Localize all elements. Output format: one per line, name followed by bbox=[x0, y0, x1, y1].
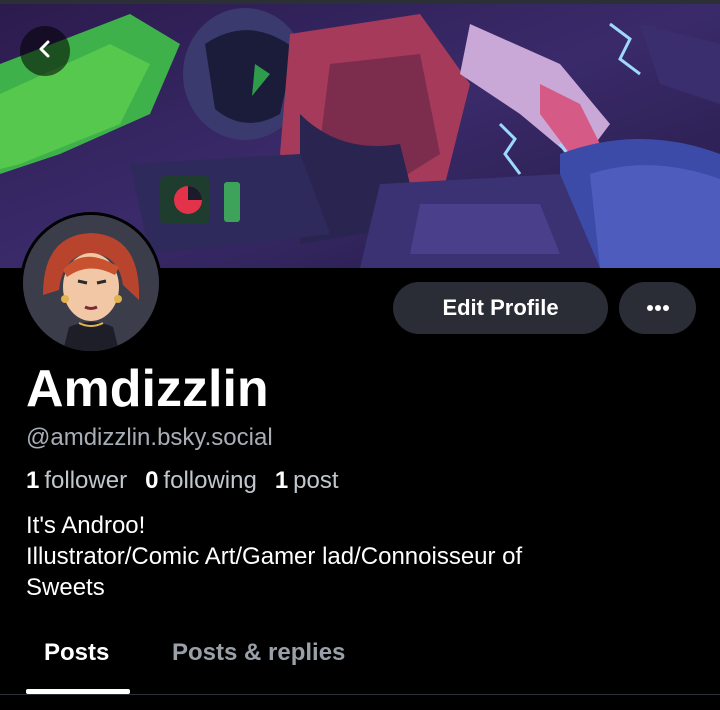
avatar[interactable] bbox=[20, 212, 162, 354]
tab-divider bbox=[0, 694, 720, 695]
posts-stat: 1 post bbox=[275, 466, 339, 496]
followers-count: 1 bbox=[26, 467, 40, 494]
bio-line: Illustrator/Comic Art/Gamer lad/Connoiss… bbox=[26, 543, 523, 570]
followers-label: follower bbox=[44, 467, 128, 494]
profile-tabs: Posts Posts & replies bbox=[0, 625, 720, 695]
followers-stat[interactable]: 1 follower bbox=[26, 466, 127, 496]
more-options-button[interactable] bbox=[619, 282, 696, 334]
posts-count: 1 bbox=[274, 467, 289, 494]
profile-stats: 1 follower 0 following 1 post bbox=[26, 466, 357, 496]
bio-line: It's Androo! bbox=[26, 512, 146, 539]
tab-posts[interactable]: Posts bbox=[44, 637, 109, 669]
edit-profile-button[interactable]: Edit Profile bbox=[393, 282, 608, 334]
profile-bio: It's Androo! Illustrator/Comic Art/Gamer… bbox=[26, 510, 666, 603]
following-stat[interactable]: 0 following bbox=[145, 466, 257, 496]
posts-label: post bbox=[293, 467, 339, 494]
tab-posts-and-replies[interactable]: Posts & replies bbox=[172, 637, 345, 669]
bio-line: Sweets bbox=[26, 574, 105, 601]
back-button[interactable] bbox=[20, 26, 70, 76]
edit-profile-label: Edit Profile bbox=[442, 295, 559, 320]
profile-handle: @amdizzlin.bsky.social bbox=[26, 424, 273, 451]
ellipsis-icon bbox=[646, 299, 670, 317]
chevron-left-icon bbox=[34, 38, 56, 65]
following-label: following bbox=[163, 467, 257, 494]
following-count: 0 bbox=[145, 467, 159, 494]
display-name: Amdizzlin bbox=[26, 360, 269, 418]
